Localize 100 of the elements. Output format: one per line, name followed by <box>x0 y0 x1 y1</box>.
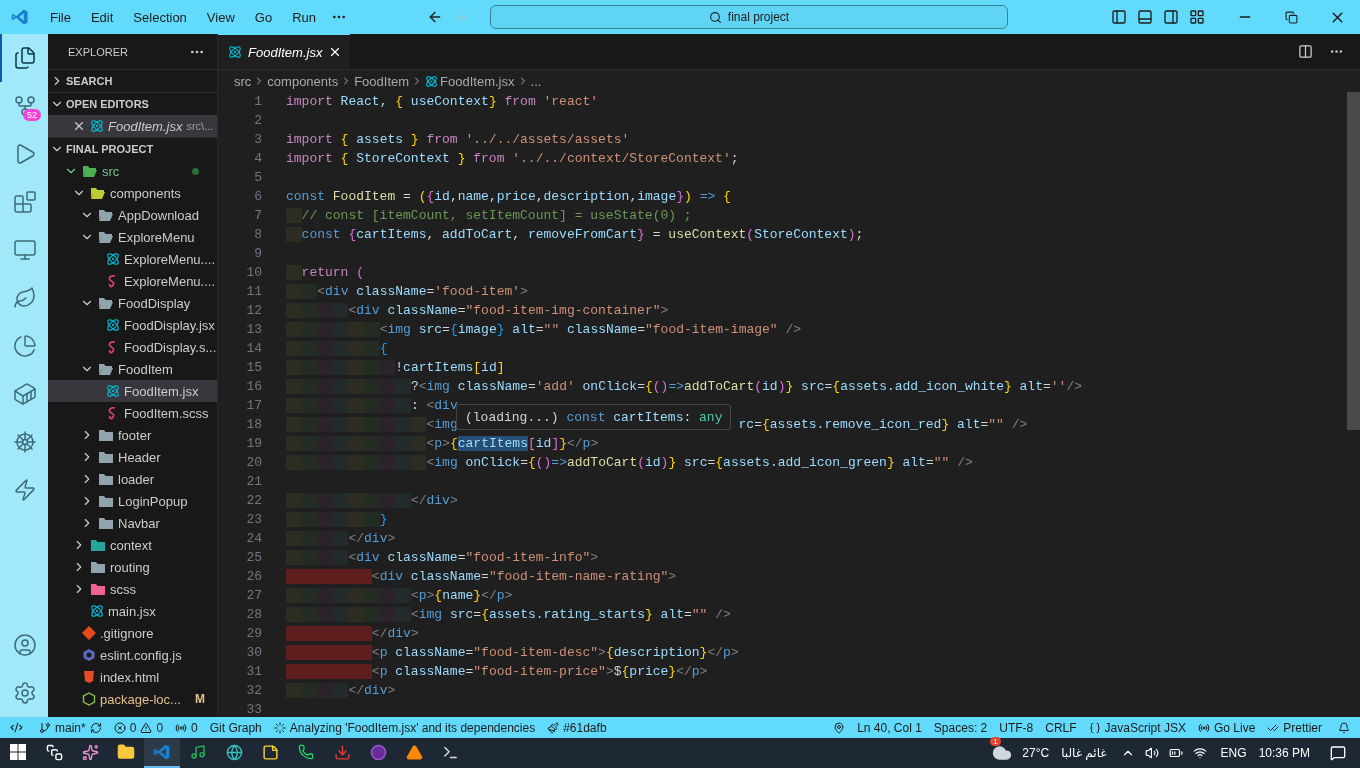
code-line: import { StoreContext } from '../../context/StoreContext'; <box>286 150 739 168</box>
document-row[interactable]: FoodDisplay.jsx <box>48 314 217 336</box>
document-row[interactable]: .gitignore <box>48 622 217 644</box>
back-arrow-icon[interactable] <box>427 9 443 25</box>
command-search-field[interactable]: final project <box>490 5 1008 29</box>
menu-item[interactable]: Run <box>282 9 326 25</box>
document-row[interactable]: ExploreMenu.... <box>48 248 217 270</box>
line-number: 20 <box>245 455 262 470</box>
document-row[interactable]: package-loc... M <box>48 688 217 710</box>
breadcrumb[interactable]: FoodItem <box>354 73 410 89</box>
menu-item[interactable]: File <box>40 9 81 25</box>
go-live-button[interactable]: Go Live <box>1191 720 1262 735</box>
folder-row[interactable]: footer <box>48 424 217 446</box>
folder-row[interactable]: context <box>48 534 217 556</box>
folder-row[interactable]: Navbar <box>48 512 217 534</box>
remote-icon[interactable] <box>10 721 23 734</box>
folder-row[interactable]: loader <box>48 468 217 490</box>
document-row[interactable]: FoodItem.scss <box>48 402 217 424</box>
branch-icon <box>39 721 51 734</box>
settings-icon <box>13 681 37 705</box>
folder-row[interactable]: FoodDisplay <box>48 292 217 314</box>
document-row[interactable]: FoodItem.jsx <box>48 380 217 402</box>
volume-icon[interactable] <box>1144 746 1159 760</box>
music-icon <box>190 744 206 760</box>
folder-row[interactable]: routing <box>48 556 217 578</box>
breadcrumb[interactable]: FoodItem.jsx <box>440 73 515 89</box>
folder-row[interactable]: components <box>48 182 217 204</box>
document-row[interactable]: index.html <box>48 666 217 688</box>
menu-item[interactable]: View <box>196 9 245 25</box>
line-number: 7 <box>253 208 262 223</box>
editor-tab[interactable]: FoodItem.jsx <box>218 34 351 69</box>
weather-badge: 1 <box>990 737 1001 746</box>
progress-status[interactable]: Analyzing 'FoodItem.jsx' and its dependencies <box>267 720 542 735</box>
line-number: 5 <box>253 170 262 185</box>
panel-toggle-icon[interactable] <box>1137 9 1153 25</box>
menu-item[interactable]: Go <box>244 9 283 25</box>
files-icon <box>13 46 37 70</box>
folder-open-icon <box>98 230 114 244</box>
status-item[interactable]: Git Graph <box>203 720 268 735</box>
input-language[interactable]: ENG <box>1214 746 1253 760</box>
clock[interactable]: 10:36 PM <box>1252 746 1316 760</box>
sync-icon <box>89 721 102 734</box>
code-line: import React, { useContext} from 'react' <box>286 93 599 111</box>
line-number: 12 <box>245 303 262 318</box>
line-number: 21 <box>245 474 262 489</box>
problems-button[interactable]: 0 0 <box>107 720 170 735</box>
search-icon <box>708 10 722 24</box>
hover-tooltip: (loading...) const cartItems: any <box>456 404 732 430</box>
open-editor-item[interactable]: FoodItem.jsx src\... <box>48 115 217 137</box>
menu-item[interactable]: Selection <box>123 9 197 25</box>
status-item[interactable]: Spaces: 2 <box>927 720 994 735</box>
ports-button[interactable]: 0 <box>169 720 204 735</box>
wifi-icon[interactable] <box>1192 746 1207 760</box>
line-number: 26 <box>245 569 262 584</box>
code-folder-icon <box>82 164 98 178</box>
folder-row[interactable]: Header <box>48 446 217 468</box>
vscode-logo-icon[interactable] <box>11 8 29 26</box>
prettier-button[interactable]: Prettier <box>1261 720 1328 735</box>
weather-icon[interactable] <box>992 743 1013 763</box>
branch-button[interactable]: main* <box>33 720 108 735</box>
folder-icon <box>98 516 114 530</box>
secondary-sidebar-icon[interactable] <box>1163 9 1179 25</box>
close-icon[interactable] <box>72 119 86 133</box>
document-row[interactable]: FoodDisplay.s... <box>48 336 217 358</box>
status-item[interactable]: CRLF <box>1039 720 1083 735</box>
folder-row[interactable]: LoginPopup <box>48 490 217 512</box>
document-row[interactable]: eslint.config.js <box>48 644 217 666</box>
theme-color-button[interactable]: #61dafb <box>541 720 613 735</box>
code-line: import { assets } from '../../assets/assets' <box>286 131 630 149</box>
document-row[interactable]: ExploreMenu.... <box>48 270 217 292</box>
notifications-icon[interactable] <box>1338 721 1350 734</box>
breadcrumb[interactable]: components <box>267 73 339 89</box>
folder-row[interactable]: ExploreMenu <box>48 226 217 248</box>
scrollbar[interactable] <box>1347 92 1360 430</box>
status-item[interactable]: Ln 40, Col 1 <box>851 720 928 735</box>
notification-icon[interactable] <box>1330 745 1346 761</box>
line-number: 11 <box>245 284 262 299</box>
sidebar-toggle-icon[interactable] <box>1111 9 1127 25</box>
restore-icon[interactable] <box>1284 10 1298 24</box>
status-item[interactable]: UTF-8 <box>993 720 1040 735</box>
breadcrumb[interactable]: src <box>234 73 252 89</box>
breadcrumb-more[interactable]: ... <box>530 73 542 89</box>
split-editor-icon[interactable] <box>1298 44 1313 59</box>
menu-item[interactable]: Edit <box>80 9 124 25</box>
spinner-icon <box>273 721 286 734</box>
folder-open-icon <box>98 208 114 222</box>
language-button[interactable]: JavaScript JSX <box>1082 720 1192 735</box>
location-icon[interactable] <box>833 721 846 734</box>
sparkle-icon <box>81 743 99 761</box>
folder-row[interactable]: src <box>48 160 217 182</box>
section-header[interactable]: FINAL PROJECT <box>48 137 217 160</box>
layout-icon[interactable] <box>1189 9 1205 25</box>
folder-row[interactable]: FoodItem <box>48 358 217 380</box>
folder-row[interactable]: AppDownload <box>48 204 217 226</box>
document-row[interactable]: main.jsx <box>48 600 217 622</box>
line-number: 14 <box>245 341 262 356</box>
section-header[interactable]: SEARCH <box>48 69 217 92</box>
battery-icon[interactable] <box>1168 746 1183 760</box>
folder-row[interactable]: scss <box>48 578 217 600</box>
line-number: 3 <box>253 132 262 147</box>
